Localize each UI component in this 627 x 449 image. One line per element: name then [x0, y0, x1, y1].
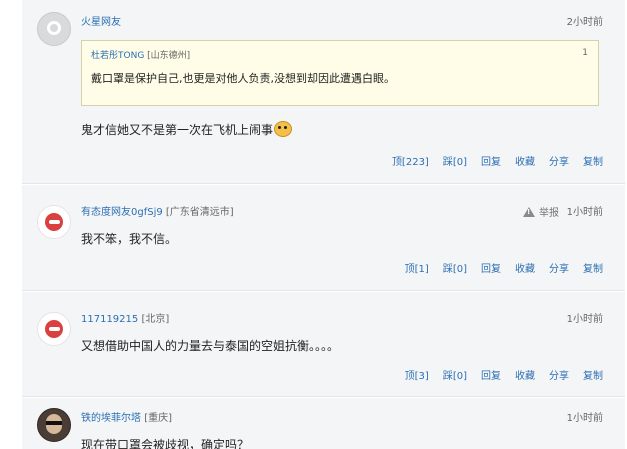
upvote-button[interactable]: 顶[223] [392, 153, 429, 168]
copy-button[interactable]: 复制 [583, 153, 603, 168]
downvote-button[interactable]: 踩[0] [443, 260, 467, 275]
comment-feed: 火星网友 2小时前 杜若彤TONG [山东德州] 1 戴口罩是保护自己,也更是对… [22, 0, 625, 449]
comment-username[interactable]: 铁的埃菲尔塔 [81, 413, 141, 424]
comment-time: 1小时前 [566, 413, 603, 424]
quoted-location: [山东德州] [147, 51, 191, 61]
quoted-username[interactable]: 杜若彤TONG [91, 51, 144, 61]
comment-text: 鬼才信她又不是第一次在飞机上闹事 [81, 121, 293, 138]
copy-button[interactable]: 复制 [583, 367, 603, 382]
share-button[interactable]: 分享 [549, 153, 569, 168]
comment-text: 现在带口罩会被歧视，确定吗？ [81, 438, 250, 449]
comment-location: [重庆] [144, 413, 172, 424]
comment-time: 1小时前 [566, 314, 603, 325]
warning-triangle-icon [523, 207, 535, 217]
quoted-text: 戴口罩是保护自己,也更是对他人负责,没想到却因此遭遇白眼。 [91, 72, 395, 85]
comment-actions: 顶[3] 踩[0] 回复 收藏 分享 复制 [405, 367, 603, 382]
report-link[interactable]: 举报 [523, 204, 559, 219]
favorite-button[interactable]: 收藏 [515, 153, 535, 168]
share-button[interactable]: 分享 [549, 260, 569, 275]
report-label[interactable]: 举报 [539, 208, 559, 219]
reply-button[interactable]: 回复 [481, 153, 501, 168]
comment-user[interactable]: 铁的埃菲尔塔 [重庆] [81, 409, 172, 424]
comment-time: 1小时前 [566, 207, 603, 218]
comment-item: 铁的埃菲尔塔 [重庆] 1小时前 现在带口罩会被歧视，确定吗？ [22, 398, 625, 449]
user-avatar-icon[interactable] [37, 312, 71, 346]
downvote-button[interactable]: 踩[0] [443, 367, 467, 382]
copy-button[interactable]: 复制 [583, 260, 603, 275]
comment-location: [北京] [141, 314, 170, 325]
user-avatar-icon[interactable] [37, 205, 71, 239]
reply-button[interactable]: 回复 [481, 260, 501, 275]
comment-username[interactable]: 有态度网友0gfSj9 [81, 207, 163, 218]
comment-text: 又想借助中国人的力量去与泰国的空姐抗衡。。。。 [81, 339, 340, 353]
upvote-button[interactable]: 顶[1] [405, 260, 429, 275]
comment-time: 2小时前 [566, 17, 603, 28]
favorite-button[interactable]: 收藏 [515, 367, 535, 382]
comment-username[interactable]: 117119215 [81, 314, 138, 325]
downvote-button[interactable]: 踩[0] [443, 153, 467, 168]
comment-item: 火星网友 2小时前 杜若彤TONG [山东德州] 1 戴口罩是保护自己,也更是对… [22, 0, 625, 184]
comment-user[interactable]: 有态度网友0gfSj9 [广东省清远市] [81, 203, 234, 218]
quoted-user[interactable]: 杜若彤TONG [山东德州] [91, 48, 190, 61]
comment-text-content: 鬼才信她又不是第一次在飞机上闹事 [81, 123, 274, 137]
default-avatar-icon[interactable] [37, 12, 71, 46]
comment-item: 117119215 [北京] 1小时前 又想借助中国人的力量去与泰国的空姐抗衡。… [22, 292, 625, 397]
comment-text: 我不笨，我不信。 [81, 232, 178, 246]
favorite-button[interactable]: 收藏 [515, 260, 535, 275]
user-photo-avatar[interactable] [37, 408, 71, 442]
comment-user[interactable]: 117119215 [北京] [81, 310, 169, 325]
comment-actions: 顶[223] 踩[0] 回复 收藏 分享 复制 [392, 153, 603, 168]
quote-floor-number: 1 [582, 48, 588, 58]
share-button[interactable]: 分享 [549, 367, 569, 382]
reply-button[interactable]: 回复 [481, 367, 501, 382]
smiley-emoji-icon [274, 121, 293, 137]
comment-username[interactable]: 火星网友 [81, 13, 121, 28]
comment-actions: 顶[1] 踩[0] 回复 收藏 分享 复制 [405, 260, 603, 275]
upvote-button[interactable]: 顶[3] [405, 367, 429, 382]
quoted-comment: 杜若彤TONG [山东德州] 1 戴口罩是保护自己,也更是对他人负责,没想到却因… [81, 40, 599, 106]
comment-item: 有态度网友0gfSj9 [广东省清远市] 举报 1小时前 我不笨，我不信。 顶[… [22, 185, 625, 291]
comment-location: [广东省清远市] [165, 207, 234, 218]
